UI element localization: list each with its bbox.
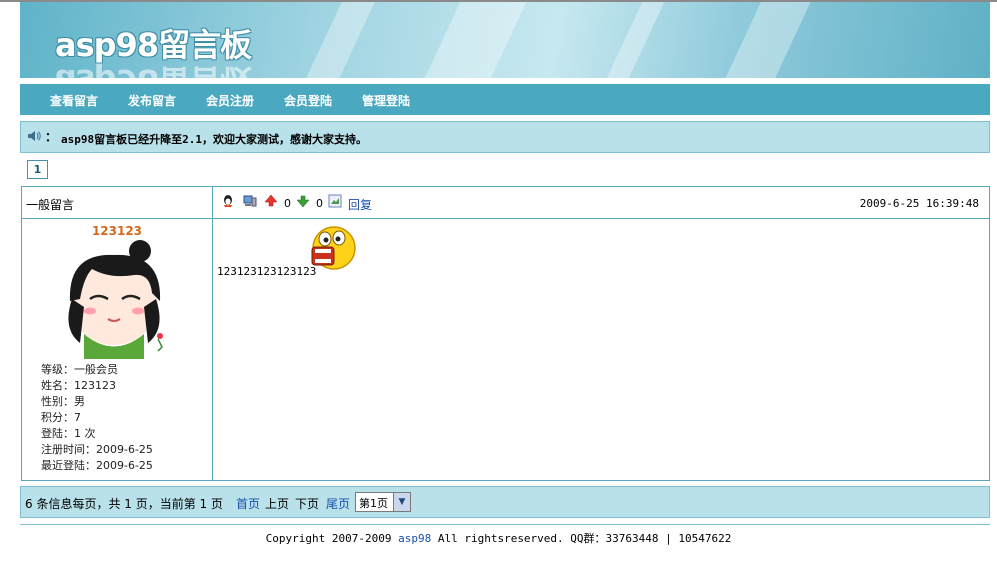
vote-down-icon[interactable]	[296, 194, 310, 208]
message-divider-vertical	[212, 187, 213, 480]
banner-streak	[396, 2, 544, 81]
user-level: 等级：一般会员	[41, 363, 118, 376]
message-datetime: 2009-6-25 16:39:48	[859, 197, 979, 210]
pager-last[interactable]: 尾页	[326, 495, 350, 512]
message-category: 一般留言	[26, 198, 75, 212]
message-content: 123123123123123	[217, 265, 317, 278]
computer-icon[interactable]	[243, 194, 257, 208]
avatar	[68, 240, 163, 359]
header-banner: asp98留言板 asp98留言板	[20, 2, 990, 81]
footer-copyright: Copyright 2007-2009	[265, 532, 392, 545]
vote-down-count: 0	[316, 197, 323, 210]
user-register-date: 注册时间：2009-6-25	[41, 443, 153, 456]
pager-summary: 6 条信息每页，共 1 页，当前第 1 页	[25, 497, 223, 511]
page-select-value: 第1页	[359, 497, 388, 510]
message-divider-horizontal	[22, 218, 989, 219]
notice-text: asp98留言板已经升降至2.1，欢迎大家测试，感谢大家支持。	[61, 133, 367, 146]
qq-icon[interactable]	[221, 194, 235, 208]
nav-member-login[interactable]: 会员登陆	[284, 92, 332, 109]
speaker-icon	[28, 131, 41, 141]
user-info-list: 等级：一般会员 姓名：123123 性别：男 积分：7 登陆：1 次 注册时间：…	[41, 362, 153, 474]
shocked-emoticon-icon	[311, 226, 356, 270]
nav-view-messages[interactable]: 查看留言	[50, 92, 98, 109]
username: 123123	[91, 224, 143, 238]
nav-register[interactable]: 会员注册	[206, 92, 254, 109]
user-name: 姓名：123123	[41, 379, 116, 392]
nav-post-message[interactable]: 发布留言	[128, 92, 176, 109]
footer-rights: All rightsreserved. QQ群：33763448 | 10547…	[437, 532, 732, 545]
banner-streak	[274, 2, 396, 81]
user-points: 积分：7	[41, 411, 81, 424]
banner-streak	[574, 2, 686, 81]
reply-icon[interactable]	[328, 194, 342, 208]
nav-admin-login[interactable]: 管理登陆	[362, 92, 410, 109]
message-card: 一般留言 0 0 回复 2009-6-25 16:39:48 123123 等级…	[21, 186, 990, 481]
footer: Copyright 2007-2009 asp98 All rightsrese…	[0, 530, 997, 546]
banner-streak	[695, 2, 830, 81]
user-gender: 性别：男	[41, 395, 85, 408]
vote-up-count: 0	[284, 197, 291, 210]
page-select[interactable]: 第1页 ▼	[355, 492, 411, 512]
pager-bar: 6 条信息每页，共 1 页，当前第 1 页 首页 上页 下页 尾页 第1页 ▼	[20, 486, 990, 518]
pager-prev[interactable]: 上页	[265, 495, 289, 512]
reply-link[interactable]: 回复	[348, 196, 372, 213]
chevron-down-icon[interactable]: ▼	[393, 493, 410, 511]
pager-next[interactable]: 下页	[295, 495, 319, 512]
page-number-box[interactable]: 1	[27, 160, 48, 179]
notice-bar: ： asp98留言板已经升降至2.1，欢迎大家测试，感谢大家支持。	[20, 121, 990, 153]
footer-divider	[20, 524, 990, 525]
main-nav: 查看留言 发布留言 会员注册 会员登陆 管理登陆	[20, 84, 990, 115]
pager-first[interactable]: 首页	[236, 495, 260, 512]
user-login-count: 登陆：1 次	[41, 427, 96, 440]
banner-divider	[20, 78, 990, 81]
user-last-login: 最近登陆：2009-6-25	[41, 459, 153, 472]
footer-brand-link[interactable]: asp98	[398, 532, 431, 545]
notice-colon: ：	[45, 130, 58, 144]
vote-up-icon[interactable]	[264, 194, 278, 208]
